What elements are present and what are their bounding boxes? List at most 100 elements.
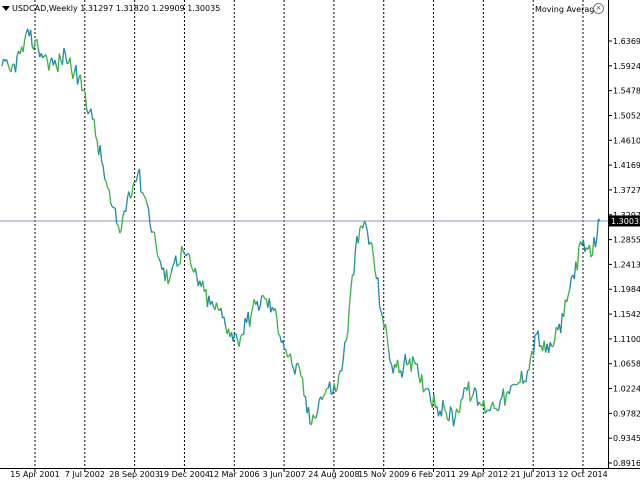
price-segment bbox=[532, 334, 536, 355]
price-chart[interactable]: 1.63695 1.59240 1.54785 1.50525 1.46100 1.416… bbox=[0, 0, 640, 480]
price-segment bbox=[412, 356, 415, 362]
price-segment bbox=[116, 223, 119, 226]
price-label: 1.50525 bbox=[613, 111, 640, 120]
price-segment bbox=[381, 316, 385, 329]
price-segment bbox=[392, 363, 396, 374]
price-segment bbox=[134, 180, 137, 183]
price-segment bbox=[72, 71, 76, 79]
symbol-menu-arrow-icon[interactable] bbox=[2, 6, 10, 11]
price-segment bbox=[138, 168, 142, 193]
time-label: 21 Jul 2013 bbox=[511, 470, 556, 479]
price-segment bbox=[69, 57, 73, 71]
indicator-close-icon[interactable]: × bbox=[593, 3, 604, 14]
price-segment bbox=[377, 277, 381, 306]
chart-window[interactable]: 1.63695 1.59240 1.54785 1.50525 1.46100 1.416… bbox=[0, 0, 640, 480]
price-segment bbox=[179, 245, 183, 264]
price-segment bbox=[475, 390, 479, 406]
price-segment bbox=[289, 353, 293, 365]
price-segment bbox=[458, 399, 462, 413]
price-segment bbox=[158, 258, 162, 263]
price-segment bbox=[369, 241, 373, 245]
price-segment bbox=[354, 236, 358, 252]
price-label: 0.93455 bbox=[613, 434, 640, 443]
price-segment bbox=[287, 355, 290, 358]
price-segment bbox=[291, 364, 295, 369]
time-label: 12 Oct 2014 bbox=[558, 470, 607, 479]
price-segment bbox=[329, 381, 332, 395]
price-segment bbox=[353, 250, 357, 276]
price-segment bbox=[168, 273, 172, 280]
high-value: 1.31820 bbox=[115, 4, 150, 13]
price-segment bbox=[404, 354, 408, 365]
price-segment bbox=[499, 397, 503, 401]
price-segment bbox=[238, 336, 242, 347]
price-segment bbox=[22, 39, 26, 52]
price-segment bbox=[63, 47, 67, 55]
price-segment bbox=[190, 264, 193, 270]
price-segment bbox=[316, 400, 320, 412]
price-segment bbox=[297, 362, 301, 369]
price-segment bbox=[471, 394, 474, 399]
price-label: 1.63695 bbox=[613, 37, 640, 46]
price-segment bbox=[576, 247, 580, 271]
price-segment bbox=[324, 388, 328, 394]
price-label: 1.46100 bbox=[613, 136, 640, 145]
price-segment bbox=[125, 198, 128, 212]
vertical-grid bbox=[34, 0, 584, 468]
price-segment bbox=[14, 55, 18, 73]
price-segment bbox=[537, 330, 541, 348]
price-segment bbox=[427, 388, 430, 392]
price-segment bbox=[298, 368, 302, 377]
price-segment bbox=[175, 255, 178, 267]
price-label: 1.19840 bbox=[613, 285, 640, 294]
time-label: 24 Aug 2008 bbox=[308, 470, 359, 479]
price-segment bbox=[498, 400, 501, 411]
price-segment bbox=[321, 395, 325, 401]
price-segment bbox=[211, 300, 215, 307]
price-segment bbox=[187, 252, 190, 255]
price-segment bbox=[554, 326, 557, 341]
price-segment bbox=[573, 261, 577, 280]
price-segment bbox=[567, 288, 571, 296]
price-segment bbox=[249, 314, 252, 327]
price-segment bbox=[304, 396, 308, 414]
price-segment bbox=[474, 387, 477, 391]
time-label: 7 Jul 2002 bbox=[65, 470, 105, 479]
price-segment bbox=[276, 318, 279, 334]
price-segment bbox=[220, 307, 224, 318]
price-segment bbox=[387, 350, 391, 362]
price-segment bbox=[424, 388, 427, 391]
price-segment bbox=[141, 191, 145, 196]
price-segment bbox=[202, 280, 205, 292]
price-segment bbox=[146, 203, 150, 209]
price-segment bbox=[155, 244, 159, 256]
price-label: 1.06580 bbox=[613, 360, 640, 369]
price-segment bbox=[467, 381, 471, 402]
price-series bbox=[1, 28, 601, 427]
price-segment bbox=[262, 295, 266, 300]
price-segment bbox=[75, 64, 79, 85]
price-segment bbox=[378, 305, 382, 312]
time-label: 12 Mar 2006 bbox=[209, 470, 260, 479]
price-segment bbox=[552, 340, 556, 347]
price-label: 1.28555 bbox=[613, 236, 640, 245]
price-segment bbox=[159, 262, 163, 270]
price-segment bbox=[315, 411, 319, 419]
price-segment bbox=[42, 55, 45, 59]
indicator-label[interactable]: Moving Average bbox=[535, 5, 599, 14]
price-segment bbox=[528, 358, 532, 371]
price-segment bbox=[153, 232, 157, 246]
price-segment bbox=[7, 64, 11, 70]
price-segment bbox=[208, 295, 212, 305]
price-segment bbox=[374, 270, 378, 280]
price-segment bbox=[105, 181, 109, 189]
price-segment bbox=[582, 239, 586, 252]
price-segment bbox=[45, 54, 48, 61]
price-label: 1.59240 bbox=[613, 62, 640, 71]
price-segment bbox=[454, 408, 458, 419]
price-segment bbox=[452, 418, 456, 427]
time-label: 29 Apr 2012 bbox=[459, 470, 508, 479]
symbol-label: USDCAD,Weekly bbox=[12, 4, 78, 13]
time-axis: 15 Apr 2001 7 Jul 2002 28 Sep 200319 Dec 2… bbox=[10, 468, 608, 479]
price-segment bbox=[120, 216, 124, 231]
